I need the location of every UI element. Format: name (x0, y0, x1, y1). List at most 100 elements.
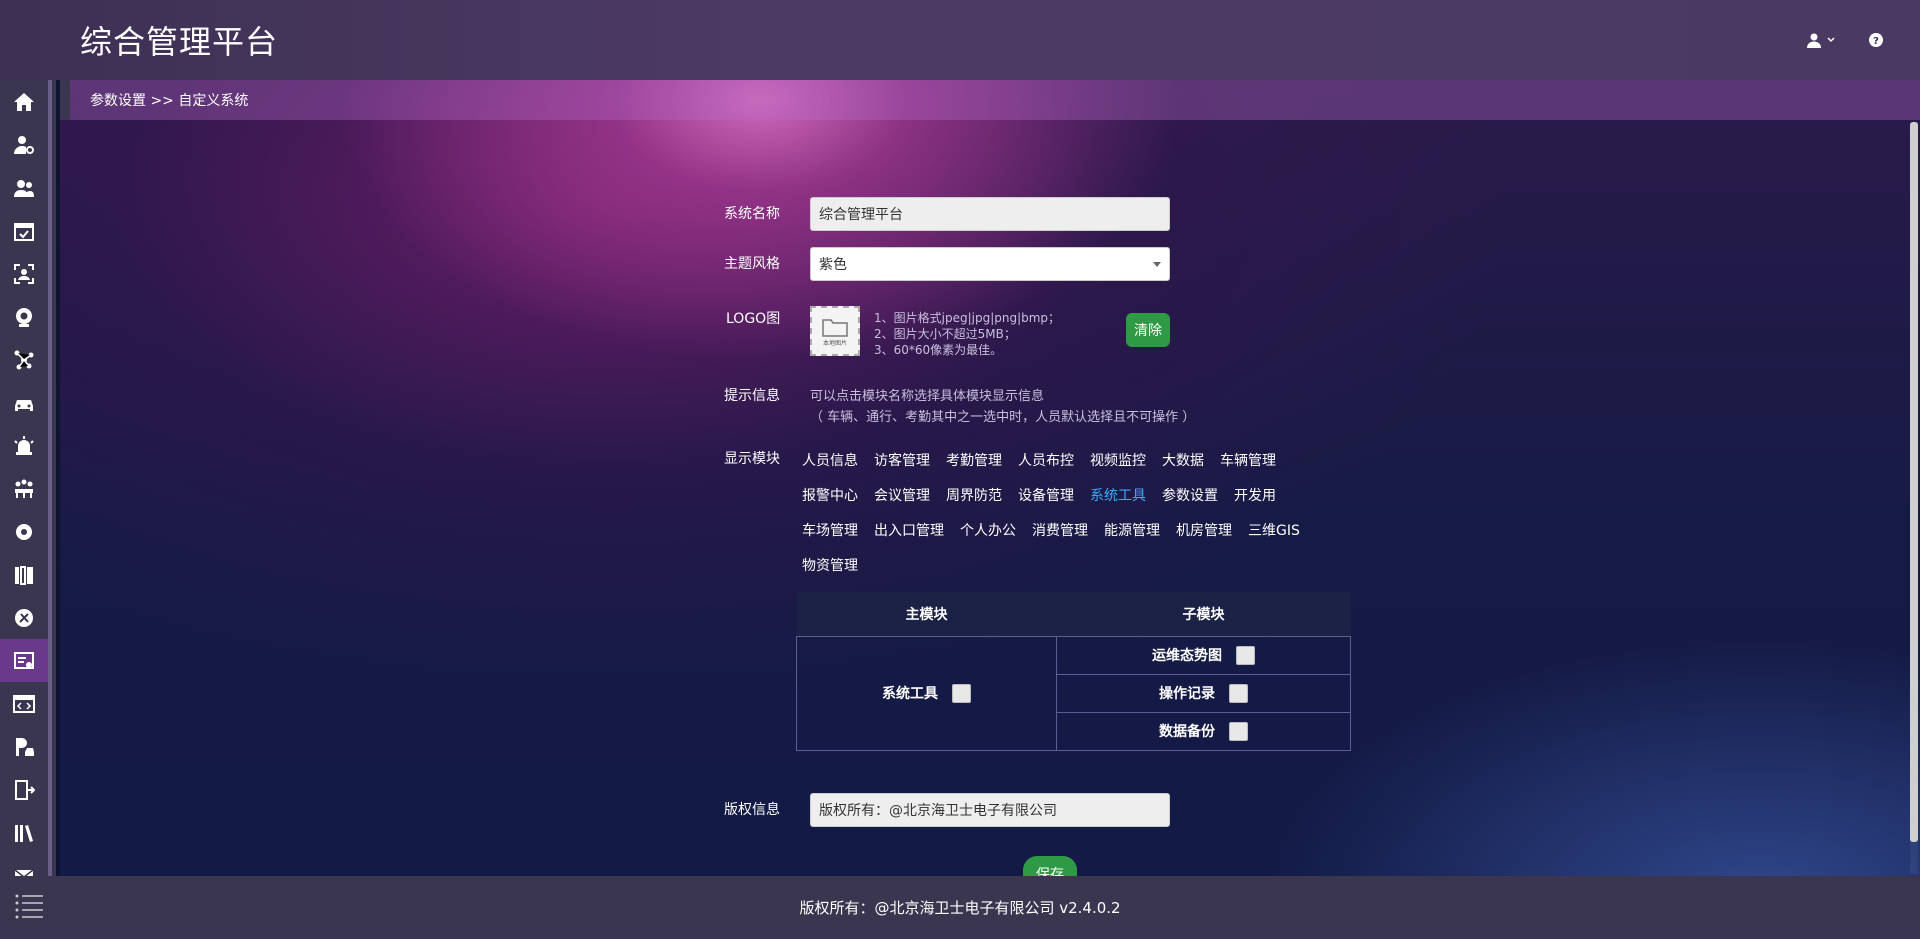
clear-logo-button[interactable]: 清除 (1126, 313, 1170, 347)
sidebar-item-user-settings[interactable] (0, 123, 48, 166)
door-exit-icon (15, 779, 35, 800)
module-item[interactable]: 系统工具 (1090, 485, 1146, 505)
module-item[interactable]: 机房管理 (1176, 520, 1232, 540)
sidebar-item-meeting[interactable] (0, 467, 48, 510)
sub-module-label: 运维态势图 (1152, 647, 1222, 664)
sidebar-item-settings-panel[interactable] (0, 639, 48, 682)
module-item[interactable]: 三维GIS (1248, 520, 1300, 540)
sidebar-item-calendar-check[interactable] (0, 209, 48, 252)
module-item[interactable]: 参数设置 (1162, 485, 1218, 505)
chevron-down-icon (1827, 37, 1835, 43)
breadcrumb: 参数设置 >> 自定义系统 (60, 80, 1920, 120)
sidebar-item-door-exit[interactable] (0, 768, 48, 811)
copyright-row: 版权信息 版权所有：@北京海卫士电子有限公司 (724, 793, 1184, 827)
sidebar-item-face-scan[interactable] (0, 252, 48, 295)
sub-module-checkbox[interactable] (1229, 722, 1248, 742)
sidebar-item-home[interactable] (0, 80, 48, 123)
sidebar-item-shield-gear[interactable] (0, 510, 48, 553)
module-item[interactable]: 报警中心 (802, 485, 858, 505)
code-window-icon (13, 694, 35, 713)
module-row: 车场管理 出入口管理 个人办公 消费管理 能源管理 机房管理 三维GIS (802, 512, 1362, 547)
sidebar-item-parking[interactable] (0, 725, 48, 768)
top-header: 综合管理平台 ? (0, 0, 1920, 80)
sub-module-checkbox[interactable] (1236, 646, 1255, 666)
module-item[interactable]: 个人办公 (960, 520, 1016, 540)
scrollbar-thumb[interactable] (1910, 122, 1918, 842)
main-content: 参数设置 >> 自定义系统 系统名称 综合管理平台 主题风格 紫色 LOGO图 … (60, 80, 1920, 876)
help-button[interactable]: ? (1862, 26, 1890, 54)
module-item[interactable]: 能源管理 (1104, 520, 1160, 540)
sidebar-item-device-rack[interactable] (0, 553, 48, 596)
sidebar-item-books[interactable] (0, 811, 48, 854)
logo-upload[interactable]: 本地图片 (810, 306, 860, 356)
module-item[interactable]: 设备管理 (1018, 485, 1074, 505)
logo-tips: 1、图片格式jpeg|jpg|png|bmp； 2、图片大小不超过5MB； 3、… (874, 310, 1060, 358)
theme-select[interactable]: 紫色 (810, 247, 1170, 281)
modules-label: 显示模块 (724, 451, 780, 467)
module-item[interactable]: 人员信息 (802, 450, 858, 470)
sidebar-item-code-window[interactable] (0, 682, 48, 725)
menu-toggle-button[interactable] (14, 892, 44, 924)
hint-line-1: 可以点击模块名称选择具体模块显示信息 (810, 389, 1045, 404)
module-item[interactable]: 消费管理 (1032, 520, 1088, 540)
camera-icon (16, 307, 32, 327)
sidebar-item-network[interactable] (0, 338, 48, 381)
footer: 版权所有：@北京海卫士电子有限公司 v2.4.0.2 (0, 876, 1920, 939)
footer-copyright: 版权所有：@北京海卫士电子有限公司 v2.4.0.2 (799, 899, 1121, 917)
hint-label: 提示信息 (724, 388, 780, 404)
logo-label: LOGO图 (726, 311, 781, 327)
system-name-input[interactable]: 综合管理平台 (810, 197, 1170, 231)
sidebar (0, 80, 56, 876)
mail-icon (14, 868, 34, 876)
module-list: 人员信息 访客管理 考勤管理 人员布控 视频监控 大数据 车辆管理报警中心 会议管理 周界防范设… (802, 442, 1362, 582)
module-item[interactable]: 会议管理 (874, 485, 930, 505)
theme-row: 主题风格 紫色 (724, 247, 1184, 281)
module-item[interactable]: 人员布控 (1018, 450, 1074, 470)
system-name-row: 系统名称 综合管理平台 (724, 197, 1184, 231)
sidebar-item-mail[interactable] (0, 854, 48, 876)
sidebar-item-car[interactable] (0, 381, 48, 424)
sidebar-item-camera[interactable] (0, 295, 48, 338)
caret-down-icon (1153, 262, 1161, 267)
sub-module-cell: 数据备份 (1056, 711, 1351, 751)
module-item[interactable]: 视频监控 (1090, 450, 1146, 470)
table-header-sub: 子模块 (1056, 592, 1351, 636)
visitor-icon (14, 179, 34, 197)
copyright-input[interactable]: 版权所有：@北京海卫士电子有限公司 (810, 793, 1170, 827)
alarm-icon (14, 435, 34, 455)
module-item[interactable]: 考勤管理 (946, 450, 1002, 470)
system-name-label: 系统名称 (724, 206, 780, 222)
module-item[interactable]: 大数据 (1162, 450, 1204, 470)
save-button[interactable]: 保存 (1023, 856, 1077, 876)
sub-module-checkbox[interactable] (1229, 684, 1248, 704)
logo-row: LOGO图 本地图片 1、图片格式jpeg|jpg|png|bmp； 2、图片大… (724, 306, 1184, 358)
list-menu-icon (15, 894, 43, 919)
device-rack-icon (15, 565, 33, 585)
shield-gear-icon (16, 523, 32, 540)
sub-module-label: 数据备份 (1159, 723, 1215, 740)
sidebar-item-alarm[interactable] (0, 424, 48, 467)
main-module-checkbox[interactable] (952, 684, 971, 704)
module-item[interactable]: 出入口管理 (874, 520, 944, 540)
user-menu-button[interactable] (1804, 26, 1838, 54)
hint-line-2: （ 车辆、通行、考勤其中之一选中时，人员默认选择且不可操作 ） (810, 410, 1196, 425)
hint-text: 可以点击模块名称选择具体模块显示信息 （ 车辆、通行、考勤其中之一选中时，人员默… (810, 386, 1195, 428)
module-item[interactable]: 周界防范 (946, 485, 1002, 505)
module-row: 报警中心 会议管理 周界防范 设备管理 系统工具 参数设置 开发用 (802, 477, 1362, 512)
header-actions: ? (1804, 26, 1890, 54)
user-settings-icon (14, 135, 34, 154)
module-item[interactable]: 开发用 (1234, 485, 1276, 505)
app-title: 综合管理平台 (80, 23, 279, 61)
module-item[interactable]: 车场管理 (802, 520, 858, 540)
sidebar-item-tools[interactable] (0, 596, 48, 639)
table-header-main: 主模块 (796, 592, 1057, 636)
user-icon (1807, 33, 1821, 48)
sidebar-item-visitor[interactable] (0, 166, 48, 209)
folder-icon (822, 318, 848, 337)
module-item[interactable]: 物资管理 (802, 555, 858, 575)
module-item[interactable]: 车辆管理 (1220, 450, 1276, 470)
module-item[interactable]: 访客管理 (874, 450, 930, 470)
module-table: 主模块 子模块 系统工具 运维态势图 操作记录 数据备份 (796, 592, 1351, 751)
calendar-check-icon (14, 222, 34, 241)
parking-icon (16, 737, 34, 756)
